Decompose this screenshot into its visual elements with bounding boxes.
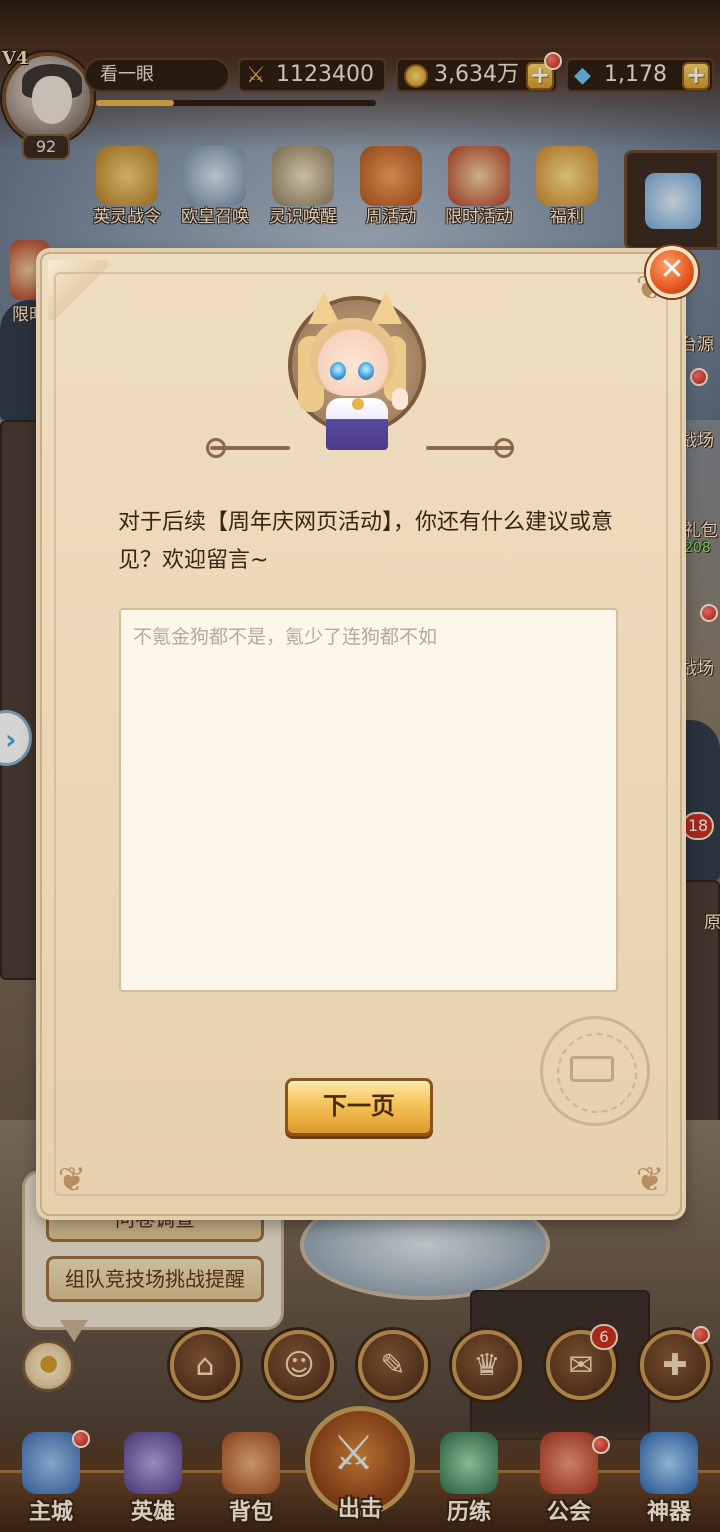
corner-ornament: ❦ [57,1160,87,1200]
ornament-swirl-right [494,438,514,458]
feedback-question: 对于后续【周年庆网页活动】，你还有什么建议或意见？欢迎留言~ [118,510,614,573]
cat-ear-left [308,292,340,324]
feedback-answer-input[interactable] [121,610,616,990]
npc-eye-left [330,362,346,380]
ornament-swirl-left [206,438,226,458]
next-page-button[interactable]: 下一页 [285,1078,433,1136]
postmark-envelope-icon [570,1056,614,1082]
close-icon: ✕ [659,252,685,287]
feedback-answer-box[interactable] [119,608,618,992]
close-button[interactable]: ✕ [646,246,698,298]
npc-head [310,318,396,396]
npc-hand [392,388,408,410]
npc-eye-right [358,362,374,380]
npc-catgirl-portrait [296,290,416,460]
corner-ornament: ❦ [635,1160,665,1200]
cat-ear-right [370,292,402,324]
npc-bell [352,398,364,410]
